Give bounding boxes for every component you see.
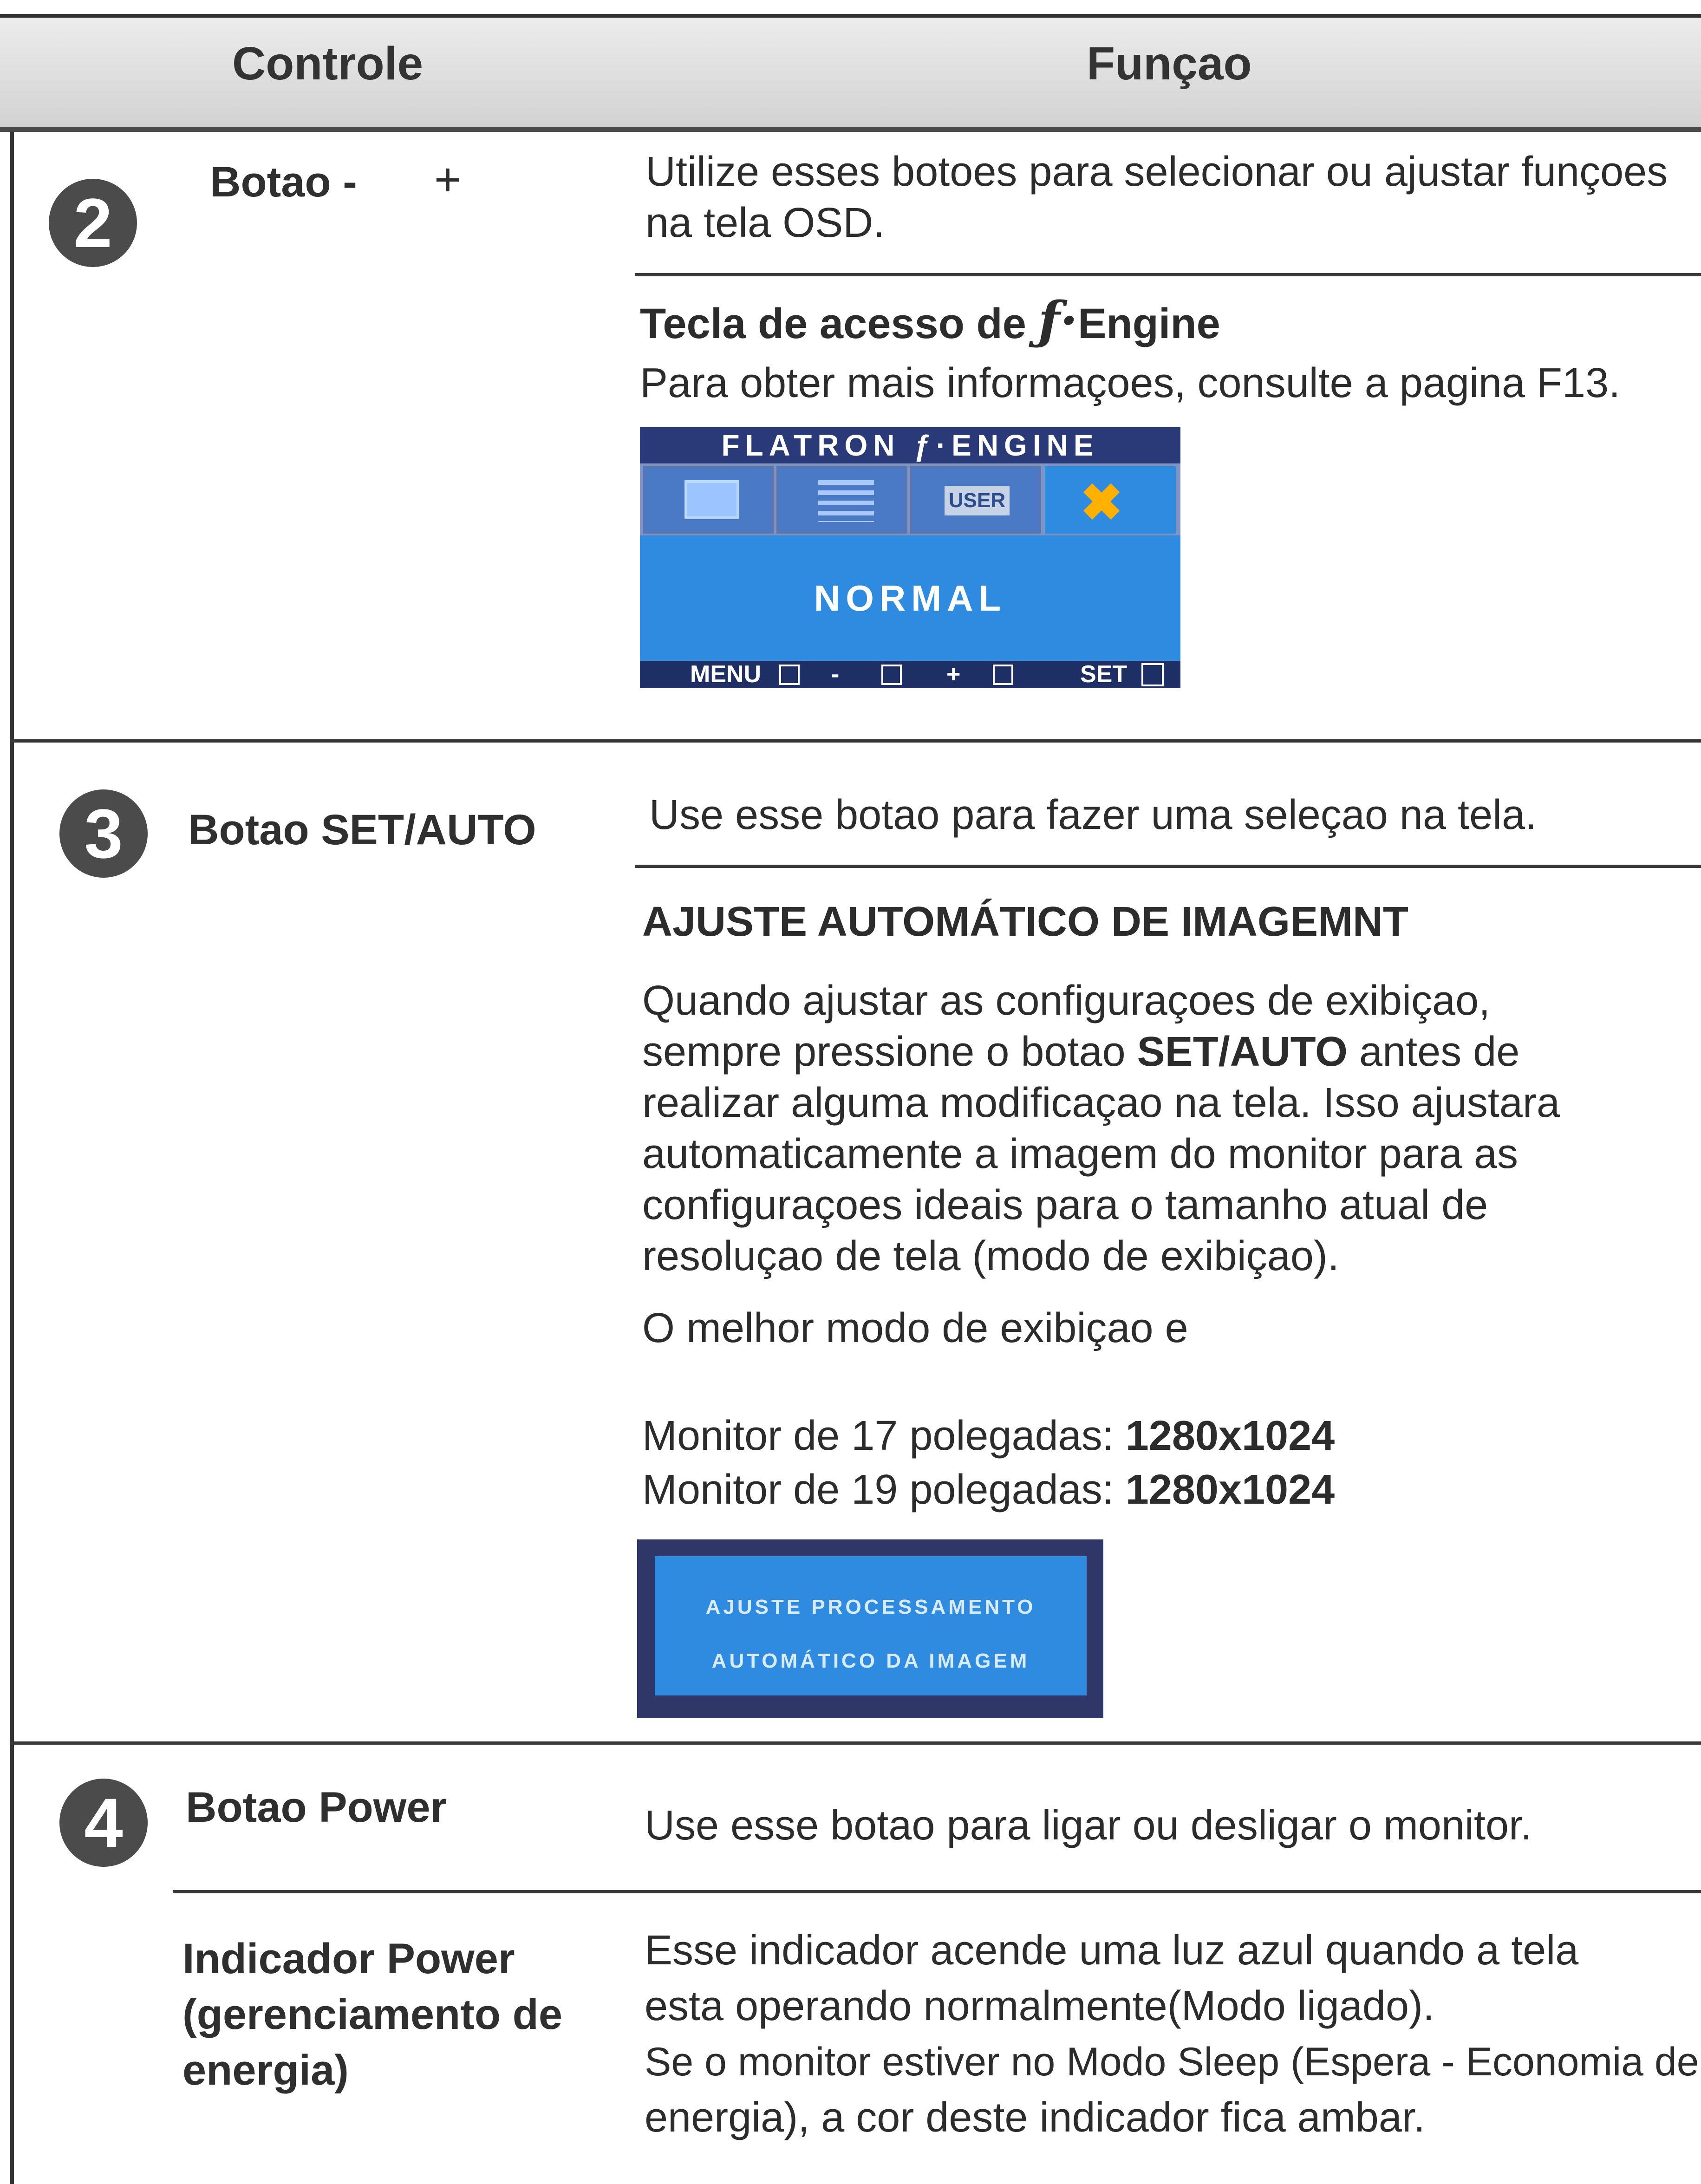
table-left-border bbox=[10, 14, 14, 2184]
monitor-19-line: Monitor de 19 polegadas: 1280x1024 bbox=[642, 1464, 1335, 1515]
paragraph-line-6: resoluçao de tela (modo de exibiçao). bbox=[642, 1233, 1339, 1279]
paragraph-line-2-post: antes de bbox=[1348, 1029, 1520, 1075]
indicador-label-line-1: Indicador Power bbox=[182, 1935, 515, 1982]
row3-divider bbox=[635, 865, 1701, 868]
row3-description: Use esse botao para fazer uma seleçao na… bbox=[649, 792, 1537, 838]
number-badge-4: 4 bbox=[59, 1779, 148, 1867]
monitor-19-value: 1280x1024 bbox=[1125, 1467, 1335, 1513]
label-botao-power: Botao Power bbox=[186, 1784, 447, 1831]
row-divider-3-4 bbox=[10, 1741, 1701, 1745]
indicador-description: Esse indicador acende uma luz azul quand… bbox=[645, 1923, 1699, 2145]
cross-icon: ✖ bbox=[1080, 474, 1123, 531]
fengine-text: Para obter mais informaçoes, consulte a … bbox=[640, 360, 1621, 406]
row-divider-2-3 bbox=[10, 739, 1701, 743]
number-badge-2: 2 bbox=[49, 179, 137, 267]
osd-message-line-2: AUTOMÁTICO DA IMAGEM bbox=[711, 1649, 1030, 1672]
osd-tab-user: USER bbox=[910, 466, 1041, 534]
paragraph-line-5: configuraçoes ideais para o tamanho atua… bbox=[642, 1182, 1488, 1228]
osd-footer-plus: + bbox=[946, 661, 961, 688]
paragraph-set-auto: SET/AUTO bbox=[1137, 1029, 1348, 1075]
indicador-text-line-4: energia), a cor deste indicador fica amb… bbox=[645, 2094, 1425, 2141]
osd-tab-normal: ✖ bbox=[1045, 466, 1176, 534]
fengine-osd-screenshot: FLATRON ƒ·ENGINE USER ✖ NORMAL MENU - + … bbox=[640, 427, 1180, 688]
osd-title: FLATRON ƒ·ENGINE bbox=[640, 427, 1180, 463]
osd-footer-menu: MENU bbox=[690, 661, 762, 688]
osd-footer-minus: - bbox=[831, 661, 840, 688]
text-document-icon bbox=[818, 480, 874, 522]
indicador-label-line-3: energia) bbox=[182, 2047, 349, 2094]
osd-tabs: USER ✖ bbox=[640, 463, 1180, 535]
paragraph-line-2: sempre pressione o botao SET/AUTO antes … bbox=[642, 1026, 1560, 1077]
auto-adjust-osd-message: AJUSTE PROCESSAMENTO AUTOMÁTICO DA IMAGE… bbox=[655, 1556, 1087, 1695]
indicador-text-line-1: Esse indicador acende uma luz azul quand… bbox=[645, 1927, 1579, 1974]
set-icon bbox=[1141, 663, 1164, 686]
label-indicador-power: Indicador Power (gerenciamento de energi… bbox=[182, 1931, 562, 2098]
row4-divider bbox=[173, 1890, 1701, 1893]
arrow-left-icon bbox=[881, 665, 902, 685]
osd-tab-text bbox=[776, 466, 907, 534]
header-controle: Controle bbox=[232, 38, 424, 90]
osd-footer-set: SET bbox=[1080, 661, 1127, 688]
label-botao-minus: Botao - bbox=[210, 158, 357, 206]
monitor-19-label: Monitor de 19 polegadas: bbox=[642, 1467, 1126, 1513]
fengine-title-suffix: Engine bbox=[1078, 300, 1220, 347]
paragraph-line-2-pre: sempre pressione o botao bbox=[642, 1029, 1137, 1075]
fengine-logo-icon: ƒ· bbox=[1038, 290, 1078, 350]
monitor-17-label: Monitor de 17 polegadas: bbox=[642, 1413, 1126, 1459]
header-funcao: Funçao bbox=[1087, 38, 1252, 90]
label-botao-set-auto: Botao SET/AUTO bbox=[188, 806, 536, 854]
paragraph-line-4: automaticamente a imagem do monitor para… bbox=[642, 1131, 1518, 1177]
exit-icon bbox=[779, 665, 800, 685]
row4-description: Use esse botao para ligar ou desligar o … bbox=[645, 1802, 1532, 1849]
fengine-title-prefix: Tecla de acesso de bbox=[640, 300, 1026, 347]
monitor-17-line: Monitor de 17 polegadas: 1280x1024 bbox=[642, 1410, 1335, 1461]
paragraph-line-3: realizar alguma modificaçao na tela. Iss… bbox=[642, 1080, 1560, 1126]
row2-divider bbox=[635, 273, 1701, 276]
auto-adjust-paragraph: Quando ajustar as configuraçoes de exibi… bbox=[642, 975, 1560, 1282]
indicador-text-line-2: esta operando normalmente(Modo ligado). bbox=[645, 1983, 1434, 2029]
arrow-right-icon bbox=[993, 665, 1013, 685]
osd-mode: NORMAL bbox=[640, 535, 1180, 661]
osd-tab-monitor bbox=[643, 466, 774, 534]
label-plus: + bbox=[434, 154, 462, 206]
auto-adjust-heading: AJUSTE AUTOMÁTICO DE IMAGEMNT bbox=[642, 899, 1409, 945]
monitor-17-value: 1280x1024 bbox=[1125, 1413, 1335, 1459]
paragraph-line-1: Quando ajustar as configuraçoes de exibi… bbox=[642, 978, 1491, 1024]
auto-adjust-osd-screenshot: AJUSTE PROCESSAMENTO AUTOMÁTICO DA IMAGE… bbox=[637, 1539, 1103, 1718]
number-badge-3: 3 bbox=[59, 789, 148, 878]
osd-message-line-1: AJUSTE PROCESSAMENTO bbox=[705, 1596, 1036, 1618]
osd-user-label: USER bbox=[945, 486, 1010, 515]
osd-footer: MENU - + SET bbox=[640, 661, 1180, 688]
fengine-title: Tecla de acesso de ƒ·Engine bbox=[640, 295, 1220, 349]
monitor-icon bbox=[684, 480, 739, 519]
indicador-text-line-3: Se o monitor estiver no Modo Sleep (Espe… bbox=[645, 2040, 1699, 2084]
row2-description: Utilize esses botoes para selecionar ou … bbox=[645, 149, 1668, 246]
indicador-label-line-2: (gerenciamento de bbox=[182, 1991, 562, 2038]
best-mode-text: O melhor modo de exibiçao e bbox=[642, 1305, 1188, 1351]
